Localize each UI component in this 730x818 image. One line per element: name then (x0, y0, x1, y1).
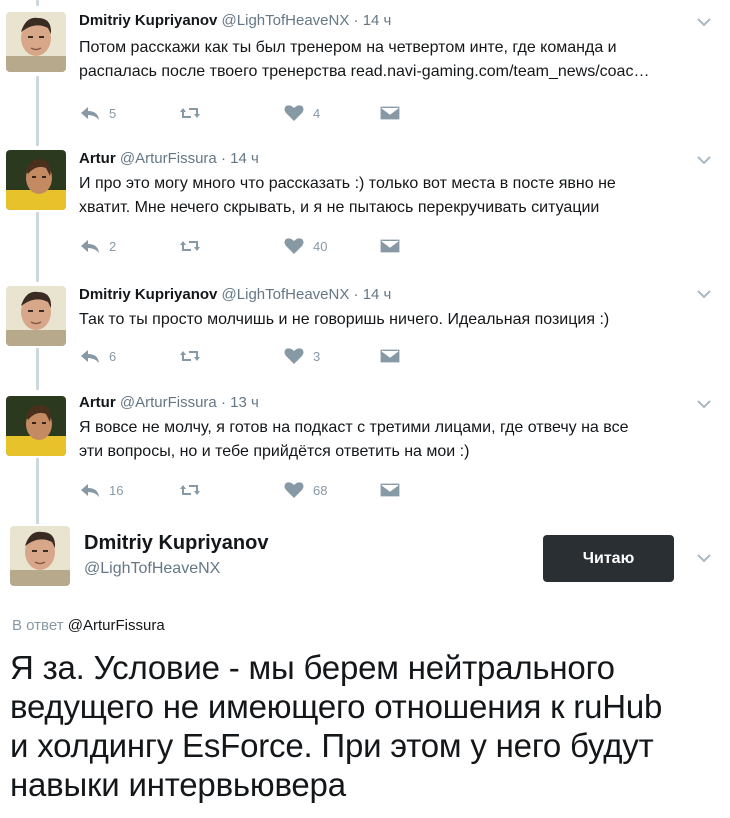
tweet-text: Я вовсе не молчу, я готов на подкаст с т… (79, 419, 629, 460)
tweet-actions: 5 4 (79, 103, 439, 123)
heart-icon (284, 238, 304, 254)
tweet-text: Потом расскажи как ты был тренером на че… (79, 39, 650, 80)
avatar[interactable] (6, 12, 66, 72)
author-name[interactable]: Dmitriy Kupriyanov (79, 286, 217, 303)
retweet-icon (180, 108, 200, 118)
like-count: 40 (313, 238, 328, 254)
author-handle[interactable]: @LighTofHeaveNX (222, 286, 350, 303)
direct-message-icon (379, 482, 401, 498)
tweet[interactable]: Artur @ArturFissura · 13 ч Я вовсе не мо… (0, 392, 730, 510)
reply-mention-link[interactable]: @ArturFissura (68, 617, 165, 634)
direct-message-icon (379, 238, 401, 254)
like-button[interactable]: 3 (283, 346, 320, 366)
like-count: 68 (313, 482, 328, 498)
tweet-header: Artur @ArturFissura · 14 ч (79, 150, 259, 167)
thread-line (36, 0, 39, 6)
avatar[interactable] (6, 286, 66, 346)
separator-dot: · (353, 286, 363, 303)
chevron-down-icon (697, 18, 711, 27)
retweet-button[interactable] (179, 480, 201, 500)
tweet-header: Dmitriy Kupriyanov @LighTofHeaveNX · 14 … (79, 12, 391, 29)
tweet-text: И про это могу много что рассказать :) т… (79, 175, 616, 216)
reply-count: 5 (109, 105, 117, 121)
main-author-handle[interactable]: @LighTofHeaveNX (84, 560, 220, 578)
retweet-icon (180, 485, 200, 495)
retweet-icon (180, 351, 200, 361)
main-tweet-menu-caret[interactable] (696, 552, 712, 564)
heart-icon (284, 348, 304, 364)
chevron-down-icon (697, 554, 711, 563)
reply-button[interactable]: 6 (79, 346, 116, 366)
retweet-icon (180, 241, 200, 251)
following-button[interactable]: Читаю (543, 535, 674, 582)
tweet-actions: 6 3 (79, 346, 439, 366)
tweet-text: Так то ты просто молчишь и не говоришь н… (79, 311, 610, 328)
reply-icon (81, 350, 99, 363)
author-handle[interactable]: @LighTofHeaveNX (222, 12, 350, 29)
tweet-header: Artur @ArturFissura · 13 ч (79, 394, 259, 411)
main-author-name[interactable]: Dmitriy Kupriyanov (84, 532, 268, 555)
tweet-actions: 2 40 (79, 236, 439, 256)
chevron-down-icon (697, 400, 711, 409)
like-count: 3 (313, 348, 321, 364)
separator-dot: · (220, 394, 231, 411)
direct-message-icon (379, 348, 401, 364)
reply-button[interactable]: 2 (79, 236, 116, 256)
direct-message-button[interactable] (379, 346, 401, 366)
chevron-down-icon (697, 290, 711, 299)
timestamp[interactable]: 13 ч (230, 394, 259, 411)
main-tweet-text: Я за. Условие - мы берем нейтрального ве… (10, 649, 663, 803)
twitter-thread: Dmitriy Kupriyanov @LighTofHeaveNX · 14 … (0, 0, 730, 818)
heart-icon (284, 482, 304, 498)
timestamp[interactable]: 14 ч (230, 150, 259, 167)
reply-icon (81, 107, 99, 120)
retweet-button[interactable] (179, 236, 201, 256)
reply-icon (81, 484, 99, 497)
avatar[interactable] (6, 150, 66, 210)
direct-message-button[interactable] (379, 103, 401, 123)
main-avatar[interactable] (10, 526, 70, 586)
separator-dot: · (353, 12, 363, 29)
direct-message-icon (379, 105, 401, 121)
like-button[interactable]: 40 (283, 236, 327, 256)
retweet-button[interactable] (179, 103, 201, 123)
tweet[interactable]: Dmitriy Kupriyanov @LighTofHeaveNX · 14 … (0, 282, 730, 378)
avatar[interactable] (6, 396, 66, 456)
reply-button[interactable]: 5 (79, 103, 116, 123)
author-name[interactable]: Artur (79, 394, 116, 411)
direct-message-button[interactable] (379, 480, 401, 500)
direct-message-button[interactable] (379, 236, 401, 256)
author-name[interactable]: Dmitriy Kupriyanov (79, 12, 217, 29)
tweet-menu-caret[interactable] (696, 398, 712, 410)
like-button[interactable]: 68 (283, 480, 327, 500)
reply-icon (81, 240, 99, 253)
tweet[interactable]: Dmitriy Kupriyanov @LighTofHeaveNX · 14 … (0, 8, 730, 126)
reply-count: 2 (109, 238, 117, 254)
reply-context: В ответ @ArturFissura (12, 617, 165, 634)
tweet-menu-caret[interactable] (696, 154, 712, 166)
tweet-header: Dmitriy Kupriyanov @LighTofHeaveNX · 14 … (79, 286, 391, 303)
author-name[interactable]: Artur (79, 150, 116, 167)
heart-icon (284, 105, 304, 121)
author-handle[interactable]: @ArturFissura (120, 150, 217, 167)
like-button[interactable]: 4 (283, 103, 320, 123)
author-handle[interactable]: @ArturFissura (120, 394, 217, 411)
tweet-menu-caret[interactable] (696, 288, 712, 300)
timestamp[interactable]: 14 ч (363, 286, 392, 303)
tweet-menu-caret[interactable] (696, 16, 712, 28)
timestamp[interactable]: 14 ч (363, 12, 392, 29)
retweet-button[interactable] (179, 346, 201, 366)
reply-button[interactable]: 16 (79, 480, 123, 500)
reply-count: 6 (109, 348, 117, 364)
tweet[interactable]: Artur @ArturFissura · 14 ч И про это мог… (0, 146, 730, 264)
tweet-actions: 16 68 (79, 480, 439, 500)
separator-dot: · (220, 150, 231, 167)
like-count: 4 (313, 105, 321, 121)
reply-prefix: В ответ (12, 617, 64, 634)
chevron-down-icon (697, 156, 711, 165)
reply-count: 16 (109, 482, 124, 498)
